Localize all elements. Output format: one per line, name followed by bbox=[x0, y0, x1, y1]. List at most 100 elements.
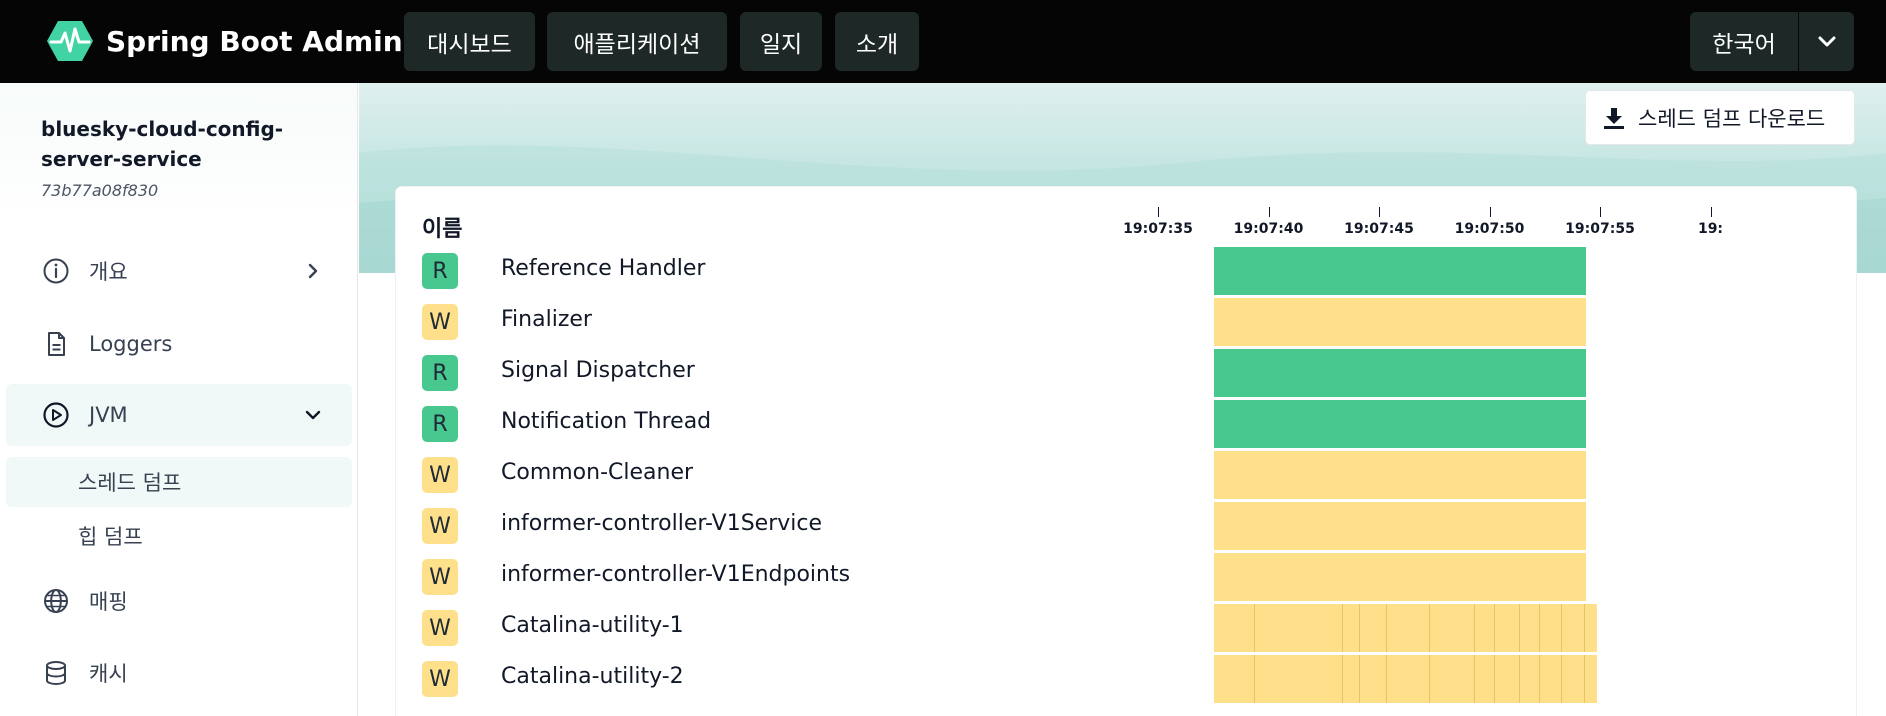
timeline-segment-divider bbox=[1342, 604, 1343, 652]
timeline-tick bbox=[1158, 207, 1159, 217]
app-name: bluesky-cloud-config-server-service bbox=[41, 117, 284, 171]
timeline-tick-label: 19:07:45 bbox=[1344, 221, 1414, 237]
language-dropdown-toggle[interactable] bbox=[1799, 12, 1854, 71]
thread-name: informer-controller-V1Endpoints bbox=[501, 562, 851, 587]
sidebar-item-jvm[interactable]: JVM bbox=[6, 384, 352, 446]
timeline-tick bbox=[1268, 207, 1270, 217]
thread-state-badge: W bbox=[422, 559, 458, 595]
timeline-segment-divider bbox=[1429, 604, 1430, 652]
download-thread-dump-button[interactable]: 스레드 덤프 다운로드 bbox=[1585, 90, 1855, 145]
timeline-tick-label: 19:07:40 bbox=[1233, 221, 1304, 237]
download-thread-dump-label: 스레드 덤프 다운로드 bbox=[1638, 106, 1826, 131]
timeline-segment-divider bbox=[1494, 604, 1495, 652]
thread-timeline-bar[interactable] bbox=[1214, 655, 1597, 703]
sidebar-item-overview[interactable]: 개요 bbox=[6, 240, 352, 302]
thread-row[interactable]: W Finalizer bbox=[396, 298, 1856, 349]
timeline-tick bbox=[1600, 207, 1601, 217]
thread-row[interactable]: R Reference Handler bbox=[396, 247, 1856, 298]
thread-state-badge: W bbox=[422, 304, 458, 340]
timeline-tick-label: 19:07:55 bbox=[1565, 221, 1635, 237]
language-selector: 한국어 bbox=[1690, 12, 1854, 71]
timeline-segment-divider bbox=[1474, 604, 1475, 652]
timeline-segment-divider bbox=[1254, 604, 1255, 652]
thread-timeline-bar[interactable] bbox=[1214, 298, 1586, 346]
thread-state-badge: W bbox=[422, 661, 458, 697]
language-button[interactable]: 한국어 bbox=[1690, 12, 1798, 71]
app-instance-id: 73b77a08f830 bbox=[41, 181, 159, 200]
sidebar-subitem-label: 힙 덤프 bbox=[78, 525, 143, 549]
sidebar: bluesky-cloud-config-server-service 73b7… bbox=[0, 83, 358, 716]
thread-timeline-card: 이름 19:07:35 19:07:40 19:07:45 19:07:50 19:07… bbox=[396, 187, 1856, 716]
thread-name: Reference Handler bbox=[501, 256, 706, 281]
timeline-segment-divider bbox=[1539, 655, 1540, 703]
thread-row[interactable]: W Common-Cleaner bbox=[396, 451, 1856, 502]
nav-applications[interactable]: 애플리케이션 bbox=[547, 12, 727, 71]
thread-state-badge: R bbox=[422, 253, 458, 289]
thread-name: Finalizer bbox=[501, 307, 592, 332]
timeline-segment-divider bbox=[1519, 655, 1520, 703]
thread-name: Signal Dispatcher bbox=[501, 358, 695, 383]
nav-about[interactable]: 소개 bbox=[835, 12, 919, 71]
sidebar-item-mappings[interactable]: 매핑 bbox=[6, 570, 352, 632]
chevron-down-icon bbox=[305, 410, 321, 420]
timeline-segment-divider bbox=[1386, 655, 1387, 703]
timeline-tick bbox=[1489, 207, 1491, 217]
sidebar-item-label: Loggers bbox=[89, 332, 173, 356]
timeline-segment-divider bbox=[1254, 655, 1255, 703]
thread-row[interactable]: Winformer-controller-V1Endpoints bbox=[396, 553, 1856, 604]
thread-name: informer-controller-V1Service bbox=[501, 511, 823, 536]
timeline-segment-divider bbox=[1584, 655, 1585, 703]
sidebar-item-label: JVM bbox=[89, 403, 128, 427]
thread-timeline-bar[interactable] bbox=[1214, 451, 1586, 499]
thread-row[interactable]: W Catalina-utility-2 bbox=[396, 655, 1856, 706]
timeline-tick-label: 19:07:50 bbox=[1454, 221, 1525, 237]
timeline-segment-divider bbox=[1494, 655, 1495, 703]
thread-state-badge: W bbox=[422, 508, 458, 544]
timeline-tick-label: 19: bbox=[1697, 221, 1724, 237]
timeline-segment-divider bbox=[1429, 655, 1430, 703]
thread-timeline-bar[interactable] bbox=[1214, 349, 1586, 397]
sidebar-subitem-label: 스레드 덤프 bbox=[78, 471, 182, 495]
chevron-right-icon bbox=[308, 263, 318, 279]
nav-journal[interactable]: 일지 bbox=[740, 12, 822, 71]
nav-dashboard[interactable]: 대시보드 bbox=[404, 12, 535, 71]
timeline-segment-divider bbox=[1519, 604, 1520, 652]
heartbeat-logo-icon bbox=[47, 21, 93, 61]
thread-timeline-bar[interactable] bbox=[1214, 247, 1586, 295]
thread-row[interactable]: Winformer-controller-V1Service bbox=[396, 502, 1856, 553]
sidebar-item-caches[interactable]: 캐시 bbox=[6, 642, 352, 704]
top-navbar: Spring Boot Admin 대시보드 애플리케이션 일지 소개 한국어 bbox=[0, 0, 1886, 83]
sidebar-subitem-thread-dump[interactable]: 스레드 덤프 bbox=[6, 457, 352, 507]
timeline-segment-divider bbox=[1359, 655, 1360, 703]
thread-row[interactable]: W Catalina-utility-1 bbox=[396, 604, 1856, 655]
file-text-icon bbox=[48, 332, 65, 356]
main-content: 스레드 덤프 다운로드 이름 19:07:35 19:07:40 19:07:45 1… bbox=[359, 83, 1886, 716]
timeline-axis: 19:07:35 19:07:40 19:07:45 19:07:50 19:07:55… bbox=[396, 187, 1856, 247]
sidebar-item-label: 개요 bbox=[89, 260, 128, 284]
play-circle-icon bbox=[43, 402, 69, 428]
sidebar-subitem-heap-dump[interactable]: 힙 덤프 bbox=[6, 511, 352, 561]
sidebar-item-loggers[interactable]: Loggers bbox=[6, 313, 352, 375]
globe-icon bbox=[44, 589, 68, 613]
thread-name: Notification Thread bbox=[501, 409, 712, 434]
info-circle-icon bbox=[43, 258, 69, 284]
thread-timeline-bar[interactable] bbox=[1214, 604, 1597, 652]
thread-timeline-bar[interactable] bbox=[1214, 553, 1586, 601]
timeline-tick-label: 19:07:35 bbox=[1123, 221, 1193, 237]
timeline-segment-divider bbox=[1561, 604, 1562, 652]
thread-name: Catalina-utility-2 bbox=[501, 664, 684, 689]
brand-link[interactable]: Spring Boot Admin bbox=[46, 18, 403, 64]
thread-row[interactable]: R Signal Dispatcher bbox=[396, 349, 1856, 400]
chevron-down-icon bbox=[1818, 36, 1835, 46]
timeline-segment-divider bbox=[1584, 604, 1585, 652]
thread-timeline-bar[interactable] bbox=[1214, 400, 1586, 448]
timeline-segment-divider bbox=[1359, 604, 1360, 652]
timeline-segment-divider bbox=[1561, 655, 1562, 703]
thread-state-badge: W bbox=[422, 457, 458, 493]
timeline-segment-divider bbox=[1342, 655, 1343, 703]
sidebar-item-label: 매핑 bbox=[89, 590, 128, 614]
thread-row[interactable]: R Notification Thread bbox=[396, 400, 1856, 451]
brand-name: Spring Boot Admin bbox=[106, 24, 403, 58]
thread-timeline-bar[interactable] bbox=[1214, 502, 1586, 550]
database-icon bbox=[46, 661, 66, 686]
